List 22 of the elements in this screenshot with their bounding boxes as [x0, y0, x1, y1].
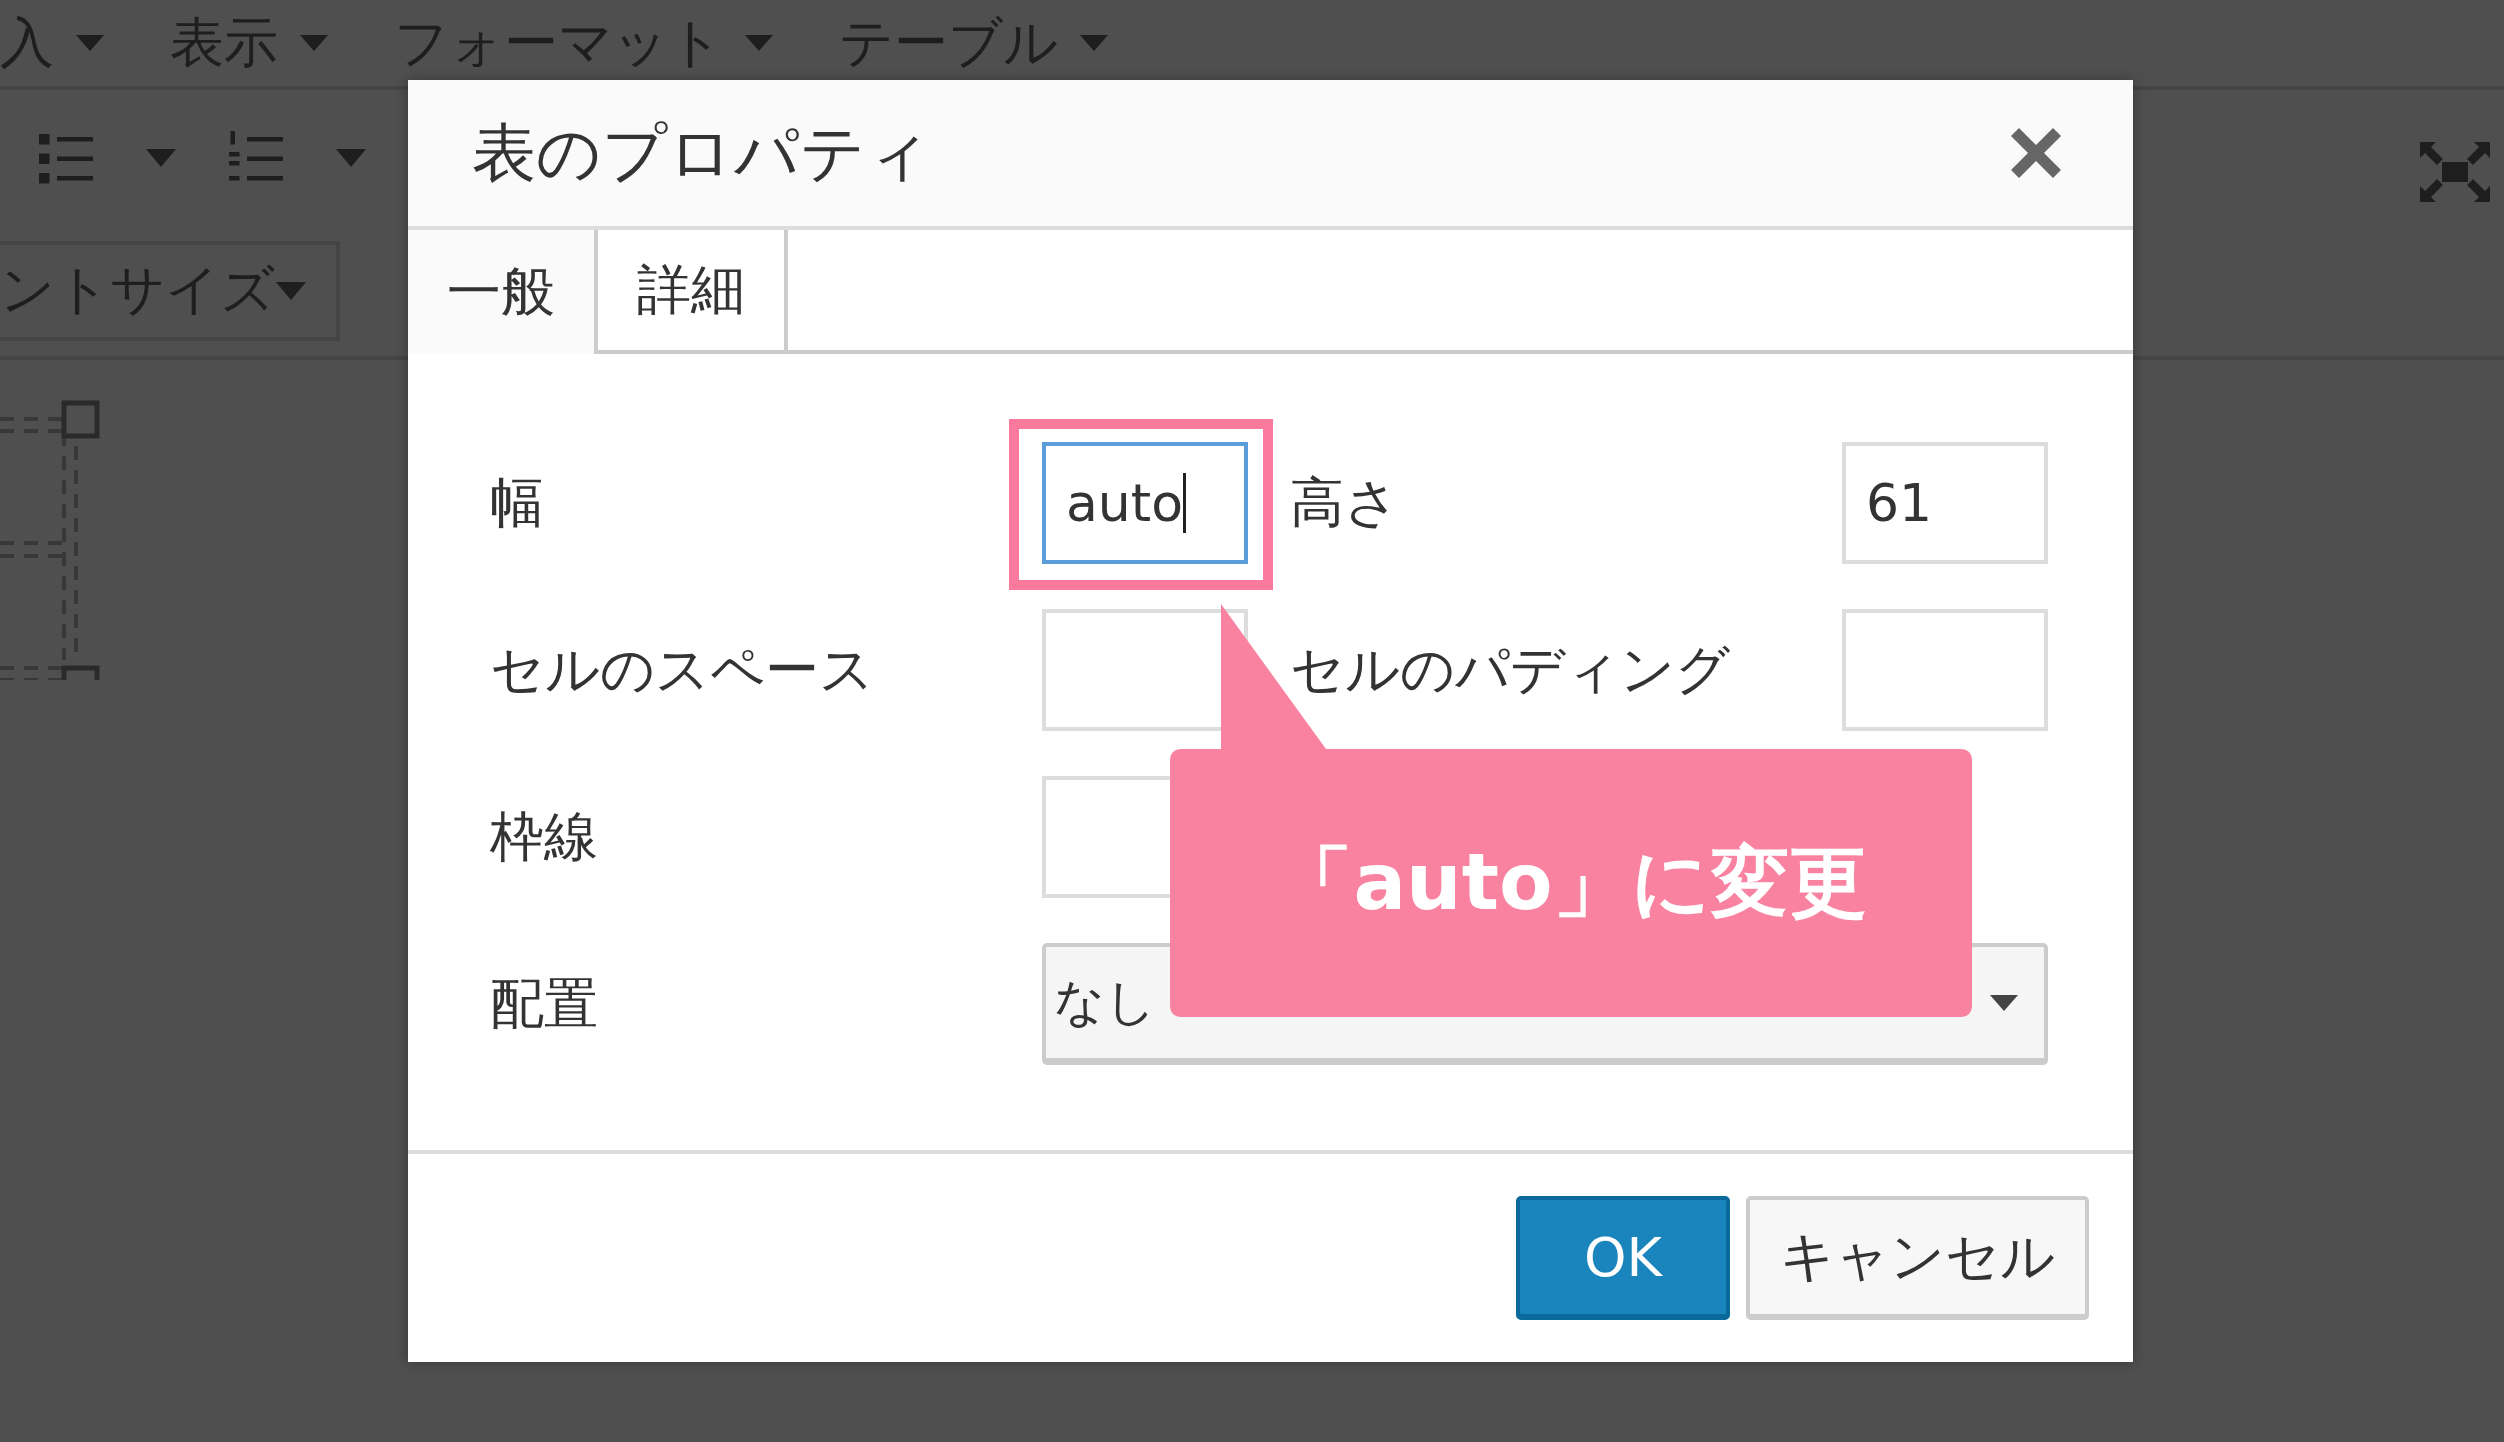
- caret-icon: [745, 35, 773, 51]
- caret-icon: [1080, 35, 1108, 51]
- input-field[interactable]: [1842, 609, 2048, 731]
- input-field[interactable]: auto: [1042, 442, 1248, 564]
- cancel-button[interactable]: キャンセル: [1746, 1196, 2089, 1320]
- caret-icon: [76, 35, 104, 51]
- ok-button[interactable]: OK: [1516, 1196, 1730, 1320]
- field-label: 高さ: [1290, 469, 1400, 536]
- fullscreen-icon[interactable]: [2420, 142, 2490, 202]
- field-label: 配置: [490, 970, 599, 1037]
- caret-icon: [300, 35, 328, 51]
- callout-text: 「auto」に変更: [1275, 835, 1867, 929]
- tab[interactable]: 一般: [408, 230, 598, 354]
- close-icon[interactable]: [2011, 128, 2061, 178]
- field-label: セルのスペース: [490, 636, 875, 703]
- caret-icon[interactable]: [146, 148, 176, 167]
- input-field[interactable]: 61: [1842, 442, 2048, 564]
- field-label: セルのパディング: [1290, 636, 1731, 703]
- field-label: 幅: [490, 469, 545, 536]
- caret-icon[interactable]: [336, 148, 366, 167]
- dialog-title: 表のプロパティ: [472, 114, 932, 192]
- field-label: 枠線: [490, 803, 599, 870]
